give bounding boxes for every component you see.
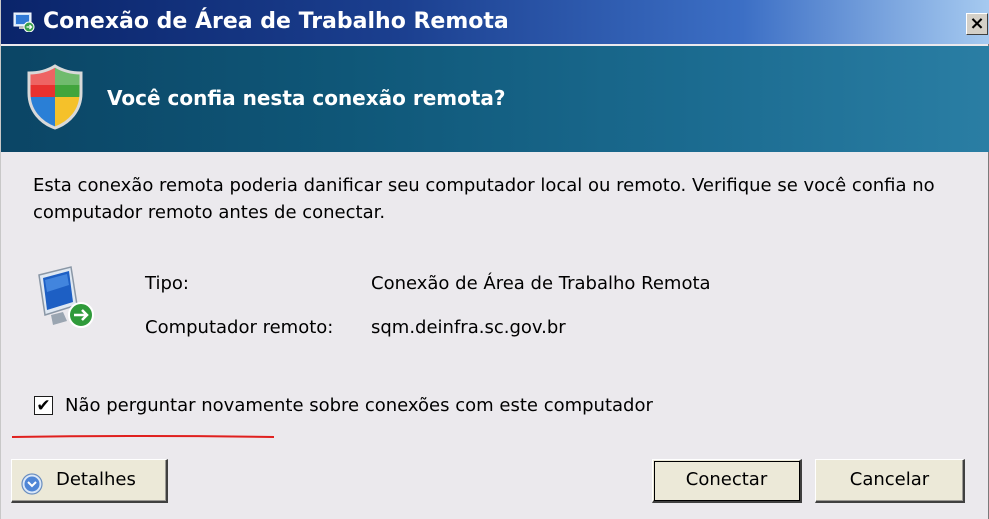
expand-chevron-icon: [21, 470, 43, 495]
dont-ask-again-checkbox[interactable]: ✔: [34, 396, 53, 415]
cancel-button[interactable]: Cancelar: [815, 459, 965, 503]
remote-computer-icon: [33, 265, 101, 331]
warning-message: Esta conexão remota poderia danificar se…: [33, 175, 935, 223]
close-button[interactable]: ×: [966, 13, 988, 35]
header-band: Você confia nesta conexão remota?: [1, 46, 989, 152]
type-value: Conexão de Área de Trabalho Remota: [371, 273, 711, 294]
close-icon: ×: [969, 13, 985, 34]
annotation-underline: [11, 426, 275, 438]
dont-ask-again-label[interactable]: Não perguntar novamente sobre conexões c…: [65, 395, 653, 416]
remote-desktop-app-icon: [13, 12, 35, 33]
details-button[interactable]: Detalhes: [11, 459, 168, 503]
connect-button[interactable]: Conectar: [652, 459, 802, 503]
window-title: Conexão de Área de Trabalho Remota: [43, 9, 509, 34]
checkmark-icon: ✔: [36, 396, 51, 415]
rdp-trust-dialog: Conexão de Área de Trabalho Remota × Voc…: [0, 0, 989, 519]
type-label: Tipo:: [145, 273, 189, 294]
remote-computer-label: Computador remoto:: [145, 317, 334, 338]
security-shield-icon: [25, 63, 85, 131]
title-bar: Conexão de Área de Trabalho Remota ×: [1, 0, 989, 44]
details-label: Detalhes: [56, 469, 136, 490]
remote-computer-value: sqm.deinfra.sc.gov.br: [371, 317, 566, 338]
header-question: Você confia nesta conexão remota?: [107, 86, 506, 110]
